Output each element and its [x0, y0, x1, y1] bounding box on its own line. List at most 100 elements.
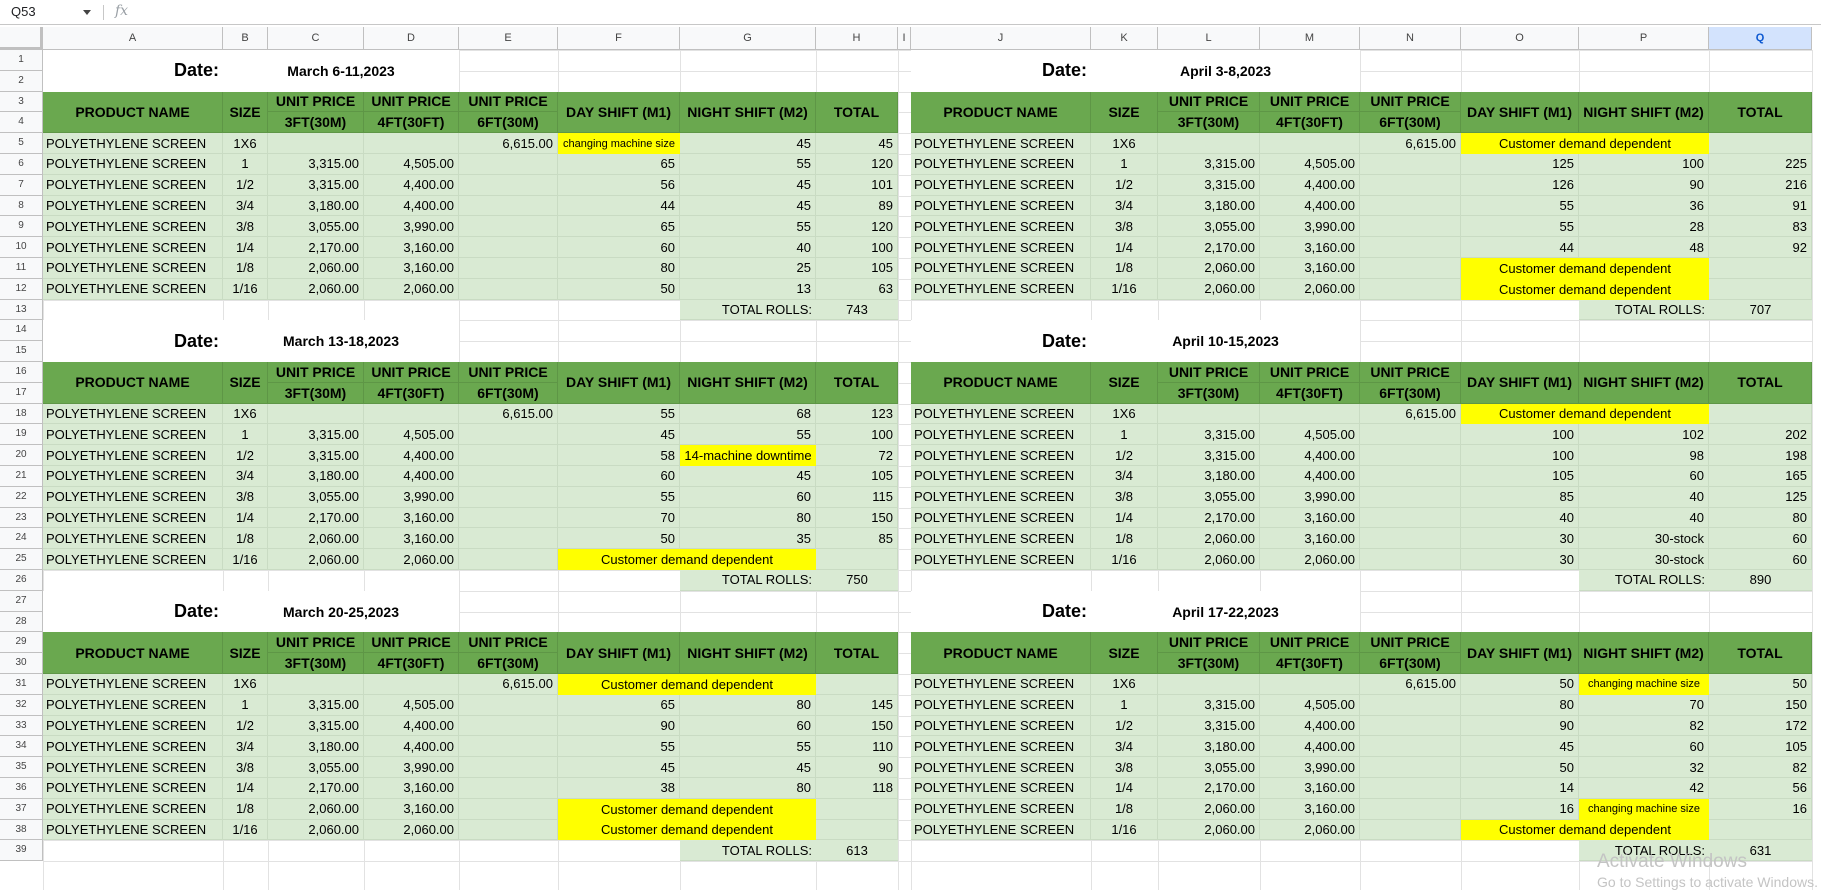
price-6ft-cell[interactable]	[1360, 237, 1461, 258]
price-4ft-cell[interactable]: 4,505.00	[1260, 424, 1360, 446]
price-3ft-cell[interactable]: 2,060.00	[1158, 528, 1260, 550]
row-header-21[interactable]: 21	[0, 466, 43, 487]
night-shift-cell[interactable]: 68	[680, 403, 816, 425]
row-header-36[interactable]: 36	[0, 778, 43, 799]
price-6ft-cell[interactable]	[459, 715, 558, 737]
size-cell[interactable]: 1/8	[1091, 528, 1158, 550]
total-cell[interactable]: 80	[1709, 507, 1812, 529]
day-shift-cell[interactable]: 44	[1461, 237, 1579, 258]
header-unit-price[interactable]: UNIT PRICE	[459, 362, 558, 383]
day-shift-cell[interactable]: 38	[558, 778, 680, 799]
row-header-16[interactable]: 16	[0, 362, 43, 383]
day-shift-cell[interactable]: 45	[1461, 736, 1579, 758]
price-4ft-cell[interactable]: 3,160.00	[1260, 258, 1360, 279]
price-4ft-cell[interactable]: 2,060.00	[364, 819, 459, 841]
row-header-5[interactable]: 5	[0, 133, 43, 154]
row-header-18[interactable]: 18	[0, 403, 43, 425]
price-3ft-cell[interactable]: 3,180.00	[1158, 195, 1260, 217]
total-rolls-label[interactable]: TOTAL ROLLS:	[680, 299, 816, 321]
price-4ft-cell[interactable]: 3,160.00	[364, 778, 459, 799]
product-name-cell[interactable]: POLYETHYLENE SCREEN	[43, 195, 223, 217]
header-unit-price-p4[interactable]: 4FT(30FT)	[1260, 112, 1360, 134]
product-name-cell[interactable]: POLYETHYLENE SCREEN	[43, 819, 223, 841]
product-name-cell[interactable]: POLYETHYLENE SCREEN	[911, 278, 1091, 300]
product-name-cell[interactable]: POLYETHYLENE SCREEN	[43, 778, 223, 799]
total-rolls-value[interactable]: 890	[1709, 570, 1812, 591]
day-shift-cell[interactable]: 16	[1461, 798, 1579, 820]
price-3ft-cell[interactable]: 3,315.00	[1158, 445, 1260, 466]
price-6ft-cell[interactable]	[459, 694, 558, 716]
header-unit-price[interactable]: UNIT PRICE	[268, 362, 364, 383]
product-name-cell[interactable]: POLYETHYLENE SCREEN	[43, 403, 223, 425]
header-unit-price[interactable]: UNIT PRICE	[1158, 362, 1260, 383]
day-shift-cell[interactable]: 85	[1461, 486, 1579, 508]
size-cell[interactable]: 1X6	[1091, 403, 1158, 425]
product-name-cell[interactable]: POLYETHYLENE SCREEN	[911, 528, 1091, 550]
row-header-15[interactable]: 15	[0, 341, 43, 362]
total-cell[interactable]: 45	[816, 133, 898, 154]
night-shift-cell[interactable]: 32	[1579, 757, 1709, 778]
price-6ft-cell[interactable]	[1360, 819, 1461, 841]
total-cell[interactable]	[1709, 133, 1812, 154]
price-4ft-cell[interactable]: 3,990.00	[1260, 216, 1360, 238]
price-6ft-cell[interactable]	[1360, 445, 1461, 466]
product-name-cell[interactable]: POLYETHYLENE SCREEN	[911, 715, 1091, 737]
price-3ft-cell[interactable]	[268, 674, 364, 695]
day-shift-cell[interactable]: 14	[1461, 778, 1579, 799]
size-cell[interactable]: 3/4	[223, 736, 268, 758]
product-name-cell[interactable]: POLYETHYLENE SCREEN	[911, 694, 1091, 716]
price-6ft-cell[interactable]	[1360, 174, 1461, 196]
size-cell[interactable]: 1/8	[223, 258, 268, 279]
total-cell[interactable]: 50	[1709, 674, 1812, 695]
price-4ft-cell[interactable]: 4,400.00	[364, 736, 459, 758]
header-day-shift[interactable]: DAY SHIFT (M1)	[1461, 362, 1579, 404]
total-cell[interactable]: 101	[816, 174, 898, 196]
day-shift-cell[interactable]: 56	[558, 174, 680, 196]
price-3ft-cell[interactable]: 3,315.00	[1158, 154, 1260, 175]
date-label[interactable]: Date:	[43, 320, 223, 362]
night-shift-cell[interactable]: 60	[680, 486, 816, 508]
header-size[interactable]: SIZE	[1091, 91, 1158, 134]
product-name-cell[interactable]: POLYETHYLENE SCREEN	[911, 445, 1091, 466]
price-3ft-cell[interactable]: 2,060.00	[268, 278, 364, 300]
price-4ft-cell[interactable]: 3,990.00	[364, 486, 459, 508]
total-rolls-label[interactable]: TOTAL ROLLS:	[1579, 570, 1709, 591]
row-header-12[interactable]: 12	[0, 278, 43, 300]
header-unit-price-p3[interactable]: 3FT(30M)	[1158, 382, 1260, 404]
price-3ft-cell[interactable]: 2,170.00	[1158, 507, 1260, 529]
header-size[interactable]: SIZE	[223, 632, 268, 674]
price-6ft-cell[interactable]	[1360, 486, 1461, 508]
product-name-cell[interactable]: POLYETHYLENE SCREEN	[911, 819, 1091, 841]
night-shift-cell[interactable]: 45	[680, 133, 816, 154]
product-name-cell[interactable]: POLYETHYLENE SCREEN	[911, 466, 1091, 487]
price-3ft-cell[interactable]: 3,180.00	[268, 736, 364, 758]
total-cell[interactable]	[1709, 403, 1812, 425]
header-day-shift[interactable]: DAY SHIFT (M1)	[1461, 91, 1579, 134]
price-6ft-cell[interactable]	[1360, 258, 1461, 279]
date-label[interactable]: Date:	[43, 50, 223, 92]
product-name-cell[interactable]: POLYETHYLENE SCREEN	[911, 757, 1091, 778]
header-unit-price[interactable]: UNIT PRICE	[364, 632, 459, 654]
header-night-shift[interactable]: NIGHT SHIFT (M2)	[680, 91, 816, 134]
product-name-cell[interactable]: POLYETHYLENE SCREEN	[43, 278, 223, 300]
header-night-shift[interactable]: NIGHT SHIFT (M2)	[680, 632, 816, 674]
header-unit-price[interactable]: UNIT PRICE	[1260, 91, 1360, 113]
price-6ft-cell[interactable]	[1360, 466, 1461, 487]
price-3ft-cell[interactable]: 2,060.00	[268, 549, 364, 570]
row-header-29[interactable]: 29	[0, 632, 43, 654]
size-cell[interactable]: 1	[223, 694, 268, 716]
header-unit-price-p3[interactable]: 3FT(30M)	[1158, 112, 1260, 134]
row-header-9[interactable]: 9	[0, 216, 43, 238]
note-cell-highlight[interactable]: 14-machine downtime	[680, 445, 816, 466]
size-cell[interactable]: 3/4	[1091, 195, 1158, 217]
size-cell[interactable]: 3/8	[223, 757, 268, 778]
price-4ft-cell[interactable]	[364, 674, 459, 695]
day-shift-cell[interactable]: 80	[558, 258, 680, 279]
price-4ft-cell[interactable]: 3,160.00	[364, 507, 459, 529]
note-cell-highlight[interactable]: Customer demand dependent	[1461, 819, 1709, 841]
price-4ft-cell[interactable]: 2,060.00	[1260, 819, 1360, 841]
price-6ft-cell[interactable]	[1360, 736, 1461, 758]
total-cell[interactable]: 89	[816, 195, 898, 217]
price-4ft-cell[interactable]: 4,505.00	[364, 424, 459, 446]
price-6ft-cell[interactable]	[459, 466, 558, 487]
